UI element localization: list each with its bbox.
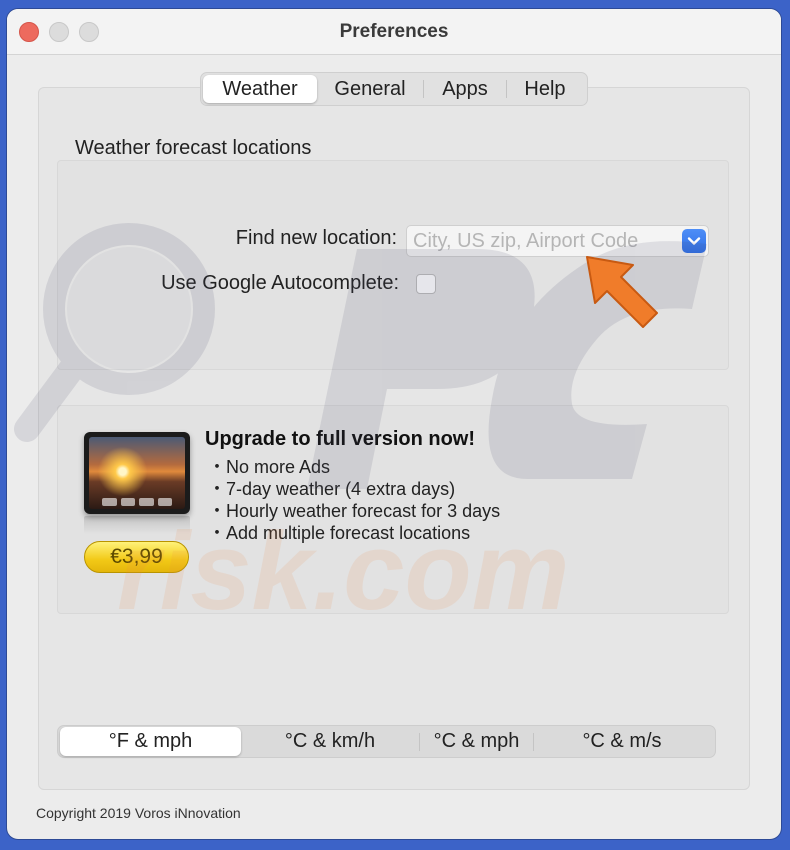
units-segmented-control: °F & mph °C & km/h °C & mph °C & m/s xyxy=(57,725,716,758)
list-item: ・No more Ads xyxy=(208,457,331,477)
upgrade-features-list: ・No more Ads ・7-day weather (4 extra day… xyxy=(208,456,500,544)
unit-c-mph[interactable]: °C & mph xyxy=(420,727,533,756)
arrow-icon xyxy=(586,256,658,328)
promo-screenshot-image xyxy=(84,432,190,514)
google-autocomplete-label: Use Google Autocomplete: xyxy=(161,272,399,294)
list-item: ・Hourly weather forecast for 3 days xyxy=(208,501,501,521)
buy-price-button[interactable]: €3,99 xyxy=(84,541,189,573)
tab-help[interactable]: Help xyxy=(507,75,583,103)
unit-c-kmh[interactable]: °C & km/h xyxy=(241,727,419,756)
section-title-locations: Weather forecast locations xyxy=(75,137,312,159)
find-location-label: Find new location: xyxy=(235,227,397,249)
title-bar: Preferences xyxy=(7,9,781,55)
tab-bar: Weather General Apps Help xyxy=(200,72,588,106)
tab-apps[interactable]: Apps xyxy=(424,75,506,103)
list-item: ・Add multiple forecast locations xyxy=(208,523,471,543)
tab-weather[interactable]: Weather xyxy=(203,75,317,103)
copyright-text: Copyright 2019 Voros iNnovation xyxy=(36,805,241,821)
google-autocomplete-checkbox[interactable] xyxy=(416,274,436,294)
window-title: Preferences xyxy=(339,21,449,42)
promo-reflection xyxy=(84,516,190,534)
unit-c-ms[interactable]: °C & m/s xyxy=(534,727,710,756)
chevron-down-icon xyxy=(687,237,701,245)
preferences-window: Preferences Weather General Apps Help We… xyxy=(7,9,781,839)
tab-general[interactable]: General xyxy=(317,75,423,103)
list-item: ・7-day weather (4 extra days) xyxy=(208,479,456,499)
unit-f-mph[interactable]: °F & mph xyxy=(60,727,241,756)
location-dropdown-button[interactable] xyxy=(682,229,706,253)
upgrade-title: Upgrade to full version now! xyxy=(205,428,476,450)
dock-graphic xyxy=(102,498,172,506)
